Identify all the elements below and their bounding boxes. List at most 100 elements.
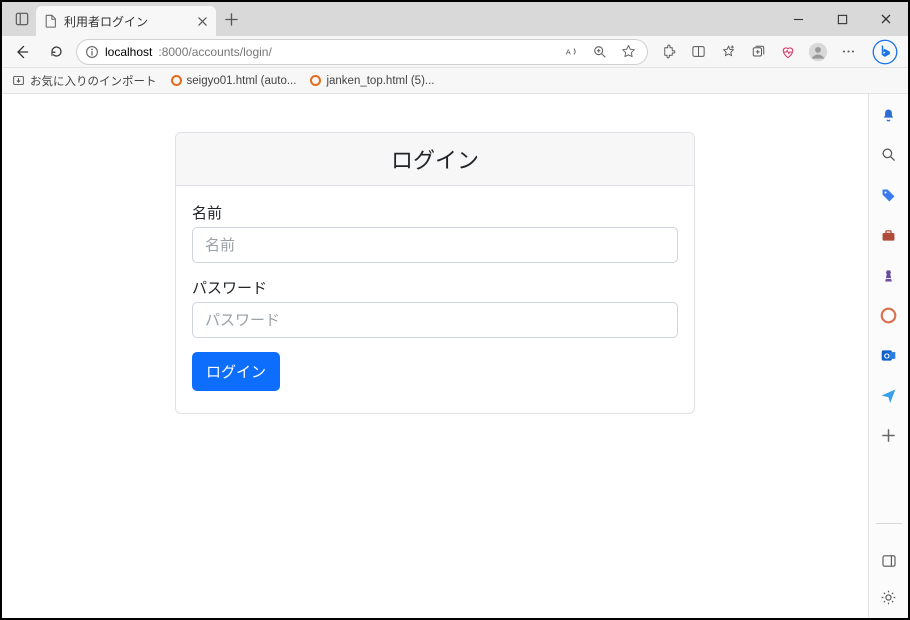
- page-favicon: [44, 14, 58, 28]
- name-input[interactable]: [192, 227, 678, 263]
- sb-tools[interactable]: [878, 224, 900, 246]
- maximize-button[interactable]: [820, 2, 864, 36]
- browser-tab[interactable]: 利用者ログイン: [36, 6, 216, 36]
- back-button[interactable]: [8, 38, 36, 66]
- page-content: ログイン 名前 パスワード ログイン: [2, 94, 868, 618]
- sb-add[interactable]: [878, 424, 900, 446]
- main-row: ログイン 名前 パスワード ログイン O: [2, 94, 908, 618]
- split-screen-button[interactable]: [684, 38, 712, 66]
- address-bar[interactable]: localhost :8000/accounts/login/ A: [76, 39, 648, 65]
- puzzle-icon: [661, 44, 676, 59]
- zoom-button[interactable]: [589, 38, 611, 66]
- orange-dot-icon: [171, 75, 182, 86]
- svg-text:O: O: [884, 351, 890, 360]
- import-icon: [12, 74, 25, 87]
- plus-icon: [225, 13, 238, 26]
- arrow-left-icon: [14, 44, 30, 60]
- import-favorites-button[interactable]: お気に入りのインポート: [12, 73, 157, 89]
- collections-button[interactable]: [744, 38, 772, 66]
- sb-toggle-sidebar[interactable]: [878, 550, 900, 572]
- address-path: :8000/accounts/login/: [158, 45, 271, 59]
- refresh-icon: [49, 44, 64, 59]
- sidebar-bottom: [878, 550, 900, 618]
- name-label: 名前: [192, 202, 678, 223]
- titlebar: 利用者ログイン: [2, 2, 908, 36]
- bell-icon: [880, 107, 897, 124]
- favorite-link-0[interactable]: seigyo01.html (auto...: [171, 75, 297, 87]
- star-icon: [621, 44, 636, 59]
- tab-strip: 利用者ログイン: [2, 2, 246, 36]
- search-icon: [881, 147, 897, 163]
- bing-icon: [872, 39, 898, 65]
- info-icon: [85, 45, 99, 59]
- tab-close-button[interactable]: [197, 16, 208, 27]
- sb-microsoft365[interactable]: [878, 304, 900, 326]
- address-host: localhost: [105, 45, 152, 59]
- import-favorites-label: お気に入りのインポート: [30, 73, 157, 89]
- plus-icon: [881, 428, 896, 443]
- tab-title: 利用者ログイン: [64, 13, 191, 30]
- chess-icon: [880, 267, 897, 284]
- ellipsis-icon: [841, 44, 856, 59]
- sb-shopping[interactable]: [878, 184, 900, 206]
- star-plus-icon: [721, 44, 736, 59]
- outlook-icon: O: [880, 347, 897, 364]
- password-group: パスワード: [192, 277, 678, 338]
- briefcase-icon: [880, 227, 897, 244]
- read-aloud-icon: A: [565, 44, 580, 59]
- new-tab-button[interactable]: [216, 2, 246, 36]
- sb-outlook[interactable]: O: [878, 344, 900, 366]
- minimize-icon: [793, 14, 804, 25]
- m365-icon: [880, 307, 897, 324]
- password-input[interactable]: [192, 302, 678, 338]
- avatar-icon: [808, 42, 828, 62]
- window-controls: [776, 2, 908, 36]
- more-button[interactable]: [834, 38, 862, 66]
- site-info-button[interactable]: [85, 45, 99, 59]
- close-icon: [197, 16, 208, 27]
- svg-text:A: A: [565, 48, 570, 57]
- tag-icon: [880, 187, 897, 204]
- sb-search[interactable]: [878, 144, 900, 166]
- close-window-button[interactable]: [864, 2, 908, 36]
- copilot-button[interactable]: [868, 35, 902, 69]
- card-header: ログイン: [176, 133, 694, 186]
- minimize-button[interactable]: [776, 2, 820, 36]
- split-icon: [691, 44, 706, 59]
- card-body: 名前 パスワード ログイン: [176, 186, 694, 413]
- read-aloud-button[interactable]: A: [561, 38, 583, 66]
- tab-actions-icon: [15, 12, 29, 26]
- favorite-button[interactable]: [617, 38, 639, 66]
- sb-send[interactable]: [878, 384, 900, 406]
- paper-plane-icon: [880, 387, 897, 404]
- favorites-bar: お気に入りのインポート seigyo01.html (auto... janke…: [2, 68, 908, 94]
- extensions-button[interactable]: [654, 38, 682, 66]
- name-group: 名前: [192, 202, 678, 263]
- gear-icon: [880, 589, 897, 606]
- panel-icon: [881, 553, 897, 569]
- login-button[interactable]: ログイン: [192, 352, 280, 391]
- sb-notifications[interactable]: [878, 104, 900, 126]
- password-label: パスワード: [192, 277, 678, 298]
- tab-actions-button[interactable]: [8, 2, 36, 36]
- favorite-link-1[interactable]: janken_top.html (5)...: [310, 75, 434, 87]
- favorite-link-label: janken_top.html (5)...: [326, 75, 434, 87]
- sb-settings[interactable]: [878, 586, 900, 608]
- toolbar: localhost :8000/accounts/login/ A: [2, 36, 908, 68]
- login-card: ログイン 名前 パスワード ログイン: [175, 132, 695, 414]
- zoom-icon: [593, 45, 607, 59]
- side-panel: O: [868, 94, 908, 618]
- maximize-icon: [837, 14, 848, 25]
- sb-games[interactable]: [878, 264, 900, 286]
- orange-dot-icon: [310, 75, 321, 86]
- sidebar-divider: [876, 523, 902, 524]
- refresh-button[interactable]: [42, 38, 70, 66]
- collections-icon: [751, 44, 766, 59]
- browser-essentials-button[interactable]: [774, 38, 802, 66]
- favorites-hub-button[interactable]: [714, 38, 742, 66]
- close-icon: [880, 13, 892, 25]
- titlebar-spacer: [246, 2, 776, 36]
- favorite-link-label: seigyo01.html (auto...: [187, 75, 297, 87]
- profile-button[interactable]: [804, 38, 832, 66]
- toolbar-right: [654, 38, 862, 66]
